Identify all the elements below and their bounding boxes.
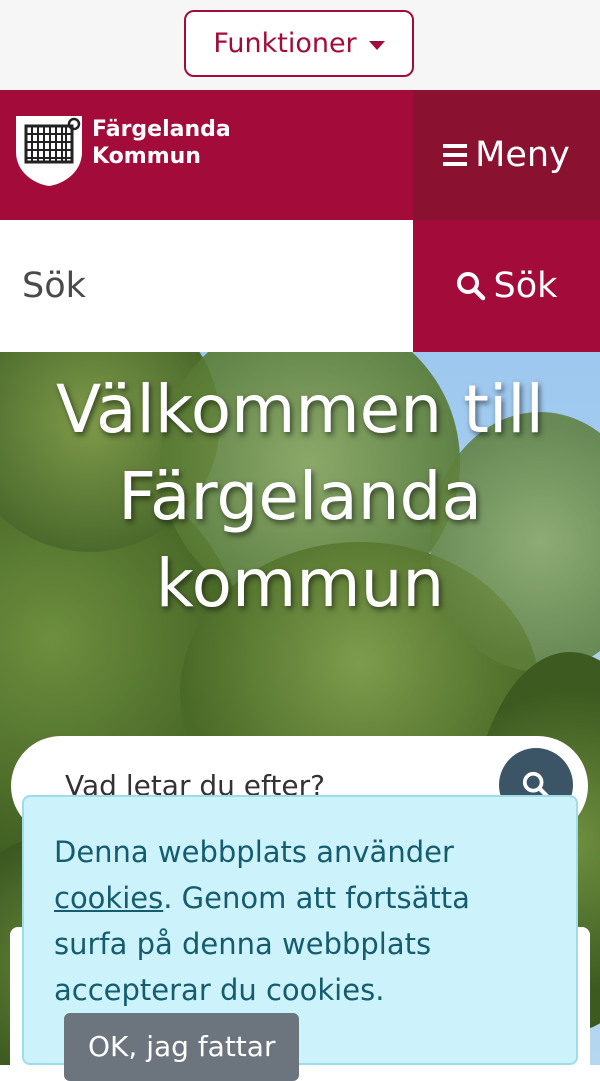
menu-button[interactable]: Meny xyxy=(413,90,600,220)
hero-title-line-1: Välkommen till xyxy=(56,371,544,448)
site-header: Färgelanda Kommun Meny xyxy=(0,90,600,220)
search-button[interactable]: Sök xyxy=(413,220,600,352)
hamburger-icon xyxy=(443,144,468,166)
hero-title-line-3: kommun xyxy=(155,545,445,622)
cookie-accept-button[interactable]: OK, jag fattar xyxy=(64,1013,300,1081)
cookies-link[interactable]: cookies xyxy=(54,881,163,915)
site-search: Sök xyxy=(0,220,600,352)
cookie-text-before: Denna webbplats använder xyxy=(54,835,454,869)
top-bar: Funktioner xyxy=(0,0,600,90)
search-button-label: Sök xyxy=(493,266,558,306)
menu-label: Meny xyxy=(475,135,570,175)
coat-of-arms-icon xyxy=(16,116,82,186)
functions-button[interactable]: Funktioner xyxy=(184,10,414,77)
logo-line-2: Kommun xyxy=(92,144,201,169)
caret-down-icon xyxy=(368,40,385,50)
functions-label: Funktioner xyxy=(213,28,357,59)
logo-text: Färgelanda Kommun xyxy=(92,116,231,170)
hero-title: Välkommen till Färgelanda kommun xyxy=(0,366,600,627)
site-logo[interactable]: Färgelanda Kommun xyxy=(14,114,231,188)
logo-line-1: Färgelanda xyxy=(92,117,231,142)
search-icon xyxy=(456,272,485,301)
search-input[interactable] xyxy=(0,220,413,352)
hero-title-line-2: Färgelanda xyxy=(118,458,482,535)
cookie-banner: Denna webbplats använder cookies. Genom … xyxy=(22,795,578,1081)
